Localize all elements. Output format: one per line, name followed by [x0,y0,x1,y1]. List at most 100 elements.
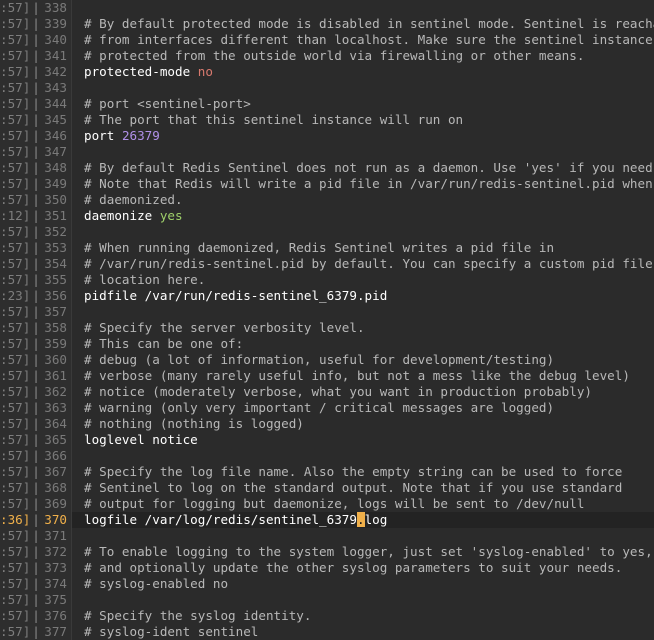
code-line[interactable]: :57] | 360 # debug (a lot of information, u… [0,352,654,368]
line-content[interactable]: # syslog-enabled no [72,576,654,592]
line-content[interactable]: # Note that Redis will write a pid file … [72,176,654,192]
code-line[interactable]: :57] | 342 protected-mode no [0,64,654,80]
code-line[interactable]: :57] | 374 # syslog-enabled no [0,576,654,592]
line-content[interactable]: # port <sentinel-port> [72,96,654,112]
line-gutter: :57] | 347 [0,144,72,160]
timestamp-fragment: :23] [0,288,31,303]
line-content[interactable] [72,448,654,464]
code-line[interactable]: :57] | 373 # and optionally update the othe… [0,560,654,576]
code-line[interactable]: :12] | 351 daemonize yes [0,208,654,224]
code-line[interactable]: :57] | 349 # Note that Redis will write a p… [0,176,654,192]
line-gutter: :57] | 344 [0,96,72,112]
code-line[interactable]: :57] | 364 # nothing (nothing is logged) [0,416,654,432]
gutter-separator: | [32,128,40,143]
line-gutter: :57] | 362 [0,384,72,400]
gutter-separator: | [32,144,40,159]
code-line[interactable]: :57] | 362 # notice (moderately verbose, wh… [0,384,654,400]
line-content[interactable]: # The port that this sentinel instance w… [72,112,654,128]
code-line[interactable]: :57] | 368 # Sentinel to log on the standar… [0,480,654,496]
code-line[interactable]: :57] | 377 # syslog-ident sentinel [0,624,654,640]
line-content[interactable]: # Specify the log file name. Also the em… [72,464,654,480]
line-content[interactable]: # debug (a lot of information, useful fo… [72,352,654,368]
code-line[interactable]: :57] | 363 # warning (only very important /… [0,400,654,416]
line-content[interactable]: # /var/run/redis-sentinel.pid by default… [72,256,654,272]
code-line[interactable]: :57] | 355 # location here. [0,272,654,288]
line-content[interactable]: # verbose (many rarely useful info, but … [72,368,654,384]
code-line[interactable]: :57] | 341 # protected from the outside wor… [0,48,654,64]
line-content[interactable] [72,224,654,240]
gutter-separator: | [32,80,40,95]
line-content[interactable]: # Sentinel to log on the standard output… [72,480,654,496]
code-line[interactable]: :57] | 375 [0,592,654,608]
line-content[interactable]: # This can be one of: [72,336,654,352]
line-content[interactable] [72,528,654,544]
line-content[interactable]: protected-mode no [72,64,654,80]
line-content[interactable]: # When running daemonized, Redis Sentine… [72,240,654,256]
code-line[interactable]: :57] | 376 # Specify the syslog identity. [0,608,654,624]
line-content[interactable] [72,592,654,608]
gutter-separator: | [32,96,40,111]
comment-text: # By default protected mode is disabled … [84,16,654,31]
line-content[interactable]: # warning (only very important / critica… [72,400,654,416]
code-line[interactable]: :57] | 340 # from interfaces different than… [0,32,654,48]
line-content[interactable]: port 26379 [72,128,654,144]
line-content[interactable] [72,144,654,160]
line-content[interactable]: loglevel notice [72,432,654,448]
line-content[interactable]: # By default protected mode is disabled … [72,16,654,32]
line-content[interactable]: # output for logging but daemonize, logs… [72,496,654,512]
code-line[interactable]: :57] | 344 # port <sentinel-port> [0,96,654,112]
line-content[interactable]: # from interfaces different than localho… [72,32,654,48]
line-content[interactable]: logfile /var/log/redis/sentinel_6379.log [72,512,654,528]
line-content[interactable]: # Specify the syslog identity. [72,608,654,624]
code-line[interactable]: :57] | 339 # By default protected mode is d… [0,16,654,32]
code-line[interactable]: :57] | 358 # Specify the server verbosity l… [0,320,654,336]
code-line[interactable]: :57] | 366 [0,448,654,464]
line-content[interactable]: # By default Redis Sentinel does not run… [72,160,654,176]
text-cursor[interactable]: . [356,512,365,527]
line-content[interactable]: # protected from the outside world via f… [72,48,654,64]
code-editor[interactable]: :57] | 338:57] | 339 # By default protected m… [0,0,654,640]
code-line[interactable]: :57] | 346 port 26379 [0,128,654,144]
timestamp-fragment: :57] [0,464,31,479]
line-content[interactable]: # daemonized. [72,192,654,208]
line-content[interactable]: pidfile /var/run/redis-sentinel_6379.pid [72,288,654,304]
code-line[interactable]: :57] | 361 # verbose (many rarely useful in… [0,368,654,384]
code-line[interactable]: :57] | 359 # This can be one of: [0,336,654,352]
code-line[interactable]: :23] | 356 pidfile /var/run/redis-sentinel_… [0,288,654,304]
code-line[interactable]: :57] | 365 loglevel notice [0,432,654,448]
line-content[interactable]: # nothing (nothing is logged) [72,416,654,432]
line-gutter: :57] | 361 [0,368,72,384]
code-line[interactable]: :57] | 350 # daemonized. [0,192,654,208]
code-line[interactable]: :57] | 353 # When running daemonized, Redis… [0,240,654,256]
code-line[interactable]: :57] | 357 [0,304,654,320]
code-line[interactable]: :57] | 369 # output for logging but daemoni… [0,496,654,512]
code-line[interactable]: :57] | 371 [0,528,654,544]
line-content[interactable]: # To enable logging to the system logger… [72,544,654,560]
line-content[interactable]: # Specify the server verbosity level. [72,320,654,336]
comment-text: # Specify the log file name. Also the em… [84,464,623,479]
line-content[interactable]: # and optionally update the other syslog… [72,560,654,576]
code-line[interactable]: :57] | 372 # To enable logging to the syste… [0,544,654,560]
code-line[interactable]: :57] | 352 [0,224,654,240]
code-line[interactable]: :57] | 343 [0,80,654,96]
line-content[interactable] [72,0,654,16]
line-number: 376 [44,608,67,623]
line-content[interactable]: daemonize yes [72,208,654,224]
line-content[interactable] [72,80,654,96]
line-content[interactable]: # syslog-ident sentinel [72,624,654,640]
code-line[interactable]: :57] | 367 # Specify the log file name. Als… [0,464,654,480]
line-content[interactable]: # location here. [72,272,654,288]
current-line[interactable]: :36] | 370 logfile /var/log/redis/sentinel_… [0,512,654,528]
comment-text: # location here. [84,272,206,287]
code-line[interactable]: :57] | 338 [0,0,654,16]
gutter-separator: | [32,288,40,303]
line-content[interactable] [72,304,654,320]
timestamp-fragment: :57] [0,576,31,591]
code-line[interactable]: :57] | 354 # /var/run/redis-sentinel.pid by… [0,256,654,272]
line-gutter: :57] | 349 [0,176,72,192]
line-content[interactable]: # notice (moderately verbose, what you w… [72,384,654,400]
code-line[interactable]: :57] | 345 # The port that this sentinel in… [0,112,654,128]
line-gutter: :57] | 373 [0,560,72,576]
code-line[interactable]: :57] | 348 # By default Redis Sentinel does… [0,160,654,176]
code-line[interactable]: :57] | 347 [0,144,654,160]
